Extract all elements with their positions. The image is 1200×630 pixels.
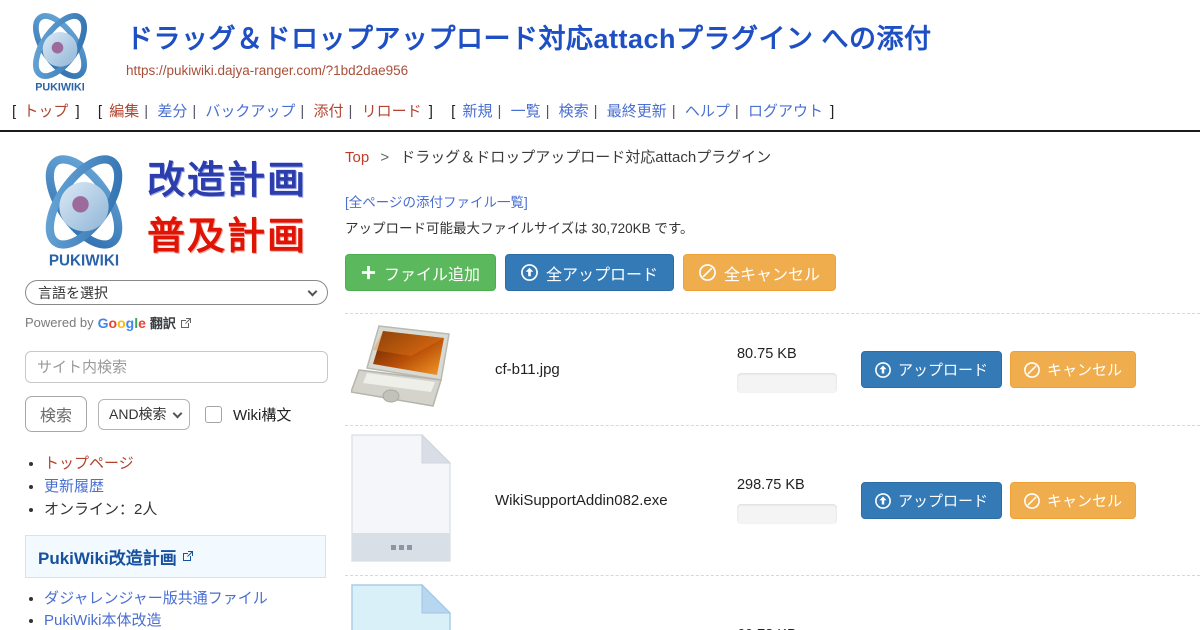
nav-link-reload[interactable]: リロード bbox=[362, 103, 422, 120]
sidebar: PUKIWIKI 改造計画 普及計画 言語を選択 Powered by Goog… bbox=[0, 132, 331, 630]
circle-arrow-up-icon bbox=[875, 493, 891, 509]
sidebar-link-core-mods[interactable]: PukiWiki本体改造 bbox=[44, 612, 162, 629]
laptop-photo-thumbnail bbox=[351, 322, 457, 412]
wiki-syntax-checkbox[interactable] bbox=[205, 406, 222, 423]
nav-group-site-actions: [ 新規| 一覧| 検索| 最終更新| ヘルプ| ログアウト ] bbox=[451, 103, 834, 120]
online-count: オンライン：2人 bbox=[44, 501, 157, 518]
top-navbar: [ トップ ] [ 編集| 差分| バックアップ| 添付| リロード ] [ 新… bbox=[0, 96, 1200, 132]
search-button[interactable]: 検索 bbox=[25, 396, 87, 432]
file-name: cf-b11.jpg bbox=[495, 361, 671, 378]
sidebar-banner-link[interactable]: PUKIWIKI 改造計画 普及計画 bbox=[25, 148, 331, 270]
html-code-file-icon: </> bbox=[351, 584, 451, 630]
file-name: WikiSupportAddin082.exe bbox=[495, 492, 671, 509]
list-item: トップページ bbox=[44, 453, 331, 475]
page-header: PUKIWIKI ドラッグ＆ドロップアップロード対応attachプラグイン への… bbox=[0, 0, 1200, 96]
max-upload-size-text: アップロード可能最大ファイルサイズは 30,720KB です。 bbox=[345, 217, 1200, 237]
wiki-syntax-label: Wiki構文 bbox=[233, 404, 291, 425]
page-title: ドラッグ＆ドロップアップロード対応attachプラグイン への添付 bbox=[126, 22, 932, 56]
list-item: オンライン：2人 bbox=[44, 499, 331, 521]
sidebar-link-common-files[interactable]: ダジャレンジャー版共通ファイル bbox=[44, 590, 268, 607]
site-search-input[interactable] bbox=[25, 351, 328, 383]
sidebar-section-heading[interactable]: PukiWiki改造計画 bbox=[25, 535, 326, 578]
external-link-icon bbox=[182, 550, 194, 562]
language-select[interactable]: 言語を選択 bbox=[25, 280, 328, 305]
banner-fukyu-text: 普及計画 bbox=[147, 209, 307, 265]
banner-kaizo-text: 改造計画 bbox=[147, 153, 307, 209]
sidebar-quick-links: トップページ 更新履歴 オンライン：2人 bbox=[44, 453, 331, 522]
upload-toolbar: ファイル追加 全アップロード 全キャンセル bbox=[345, 254, 1200, 291]
pukiwiki-logo-text: PUKIWIKI bbox=[35, 82, 85, 94]
file-row: WikiSupportAddin082.exe 298.75 KB アップロード… bbox=[345, 425, 1200, 575]
breadcrumb-separator: > bbox=[380, 149, 389, 166]
nav-link-search[interactable]: 検索 bbox=[559, 103, 589, 120]
nav-group-top: [ トップ ] bbox=[12, 103, 80, 120]
ban-circle-icon bbox=[1024, 362, 1040, 378]
file-size: 298.75 KB bbox=[737, 477, 861, 493]
add-files-button[interactable]: ファイル追加 bbox=[345, 254, 496, 291]
upload-progress-bar bbox=[737, 504, 837, 524]
google-logo: Google bbox=[98, 315, 146, 331]
nav-link-diff[interactable]: 差分 bbox=[157, 103, 187, 120]
upload-progress-bar bbox=[737, 373, 837, 393]
breadcrumb: Top > ドラッグ＆ドロップアップロード対応attachプラグイン bbox=[345, 146, 1200, 167]
sidebar-link-history[interactable]: 更新履歴 bbox=[44, 478, 104, 495]
file-size: 80.75 KB bbox=[737, 346, 861, 362]
cancel-all-button[interactable]: 全キャンセル bbox=[683, 254, 836, 291]
svg-text:PUKIWIKI: PUKIWIKI bbox=[49, 252, 119, 269]
translate-label: 翻訳 bbox=[150, 313, 176, 332]
breadcrumb-root-link[interactable]: Top bbox=[345, 149, 369, 166]
cancel-button[interactable]: キャンセル bbox=[1010, 351, 1136, 388]
nav-link-recent[interactable]: 最終更新 bbox=[607, 103, 667, 120]
ban-circle-icon bbox=[699, 264, 716, 281]
external-link-icon bbox=[180, 317, 192, 329]
nav-link-attach[interactable]: 添付 bbox=[314, 103, 344, 120]
nav-link-backup[interactable]: バックアップ bbox=[205, 103, 295, 120]
file-row: </> contents.html 60.78 KB アップロード キャンセル bbox=[345, 575, 1200, 630]
upload-button[interactable]: アップロード bbox=[861, 482, 1002, 519]
pukiwiki-atom-logo-small: PUKIWIKI bbox=[25, 148, 143, 270]
main-content: Top > ドラッグ＆ドロップアップロード対応attachプラグイン [全ページ… bbox=[331, 132, 1200, 630]
list-item: PukiWiki本体改造 bbox=[44, 610, 331, 630]
upload-all-button[interactable]: 全アップロード bbox=[505, 254, 674, 291]
ban-circle-icon bbox=[1024, 493, 1040, 509]
circle-arrow-up-icon bbox=[875, 362, 891, 378]
nav-link-list[interactable]: 一覧 bbox=[511, 103, 541, 120]
sidebar-link-top-page[interactable]: トップページ bbox=[44, 455, 134, 472]
nav-link-edit[interactable]: 編集 bbox=[109, 103, 139, 120]
circle-arrow-up-icon bbox=[521, 264, 538, 281]
nav-group-page-actions: [ 編集| 差分| バックアップ| 添付| リロード ] bbox=[98, 103, 433, 120]
nav-link-new[interactable]: 新規 bbox=[462, 103, 492, 120]
sidebar-plugin-links: ダジャレンジャー版共通ファイル PukiWiki本体改造 PukiWikiテキス… bbox=[44, 588, 331, 630]
cancel-button[interactable]: キャンセル bbox=[1010, 482, 1136, 519]
google-translate-attribution[interactable]: Powered by Google 翻訳 bbox=[25, 313, 331, 332]
all-pages-attach-list-link[interactable]: [全ページの添付ファイル一覧] bbox=[345, 191, 528, 211]
search-mode-select[interactable]: AND検索 bbox=[98, 399, 190, 430]
file-row: cf-b11.jpg 80.75 KB アップロード キャンセル bbox=[345, 313, 1200, 425]
nav-link-help[interactable]: ヘルプ bbox=[685, 103, 730, 120]
plus-icon bbox=[361, 265, 376, 280]
nav-link-logout[interactable]: ログアウト bbox=[748, 103, 823, 120]
list-item: ダジャレンジャー版共通ファイル bbox=[44, 588, 331, 610]
page-url[interactable]: https://pukiwiki.dajya-ranger.com/?1bd2d… bbox=[126, 63, 932, 78]
pukiwiki-atom-logo[interactable]: PUKIWIKI bbox=[18, 8, 102, 94]
list-item: 更新履歴 bbox=[44, 476, 331, 498]
upload-button[interactable]: アップロード bbox=[861, 351, 1002, 388]
nav-link-top[interactable]: トップ bbox=[23, 103, 68, 120]
generic-file-icon bbox=[351, 434, 451, 562]
breadcrumb-current: ドラッグ＆ドロップアップロード対応attachプラグイン bbox=[400, 149, 771, 166]
